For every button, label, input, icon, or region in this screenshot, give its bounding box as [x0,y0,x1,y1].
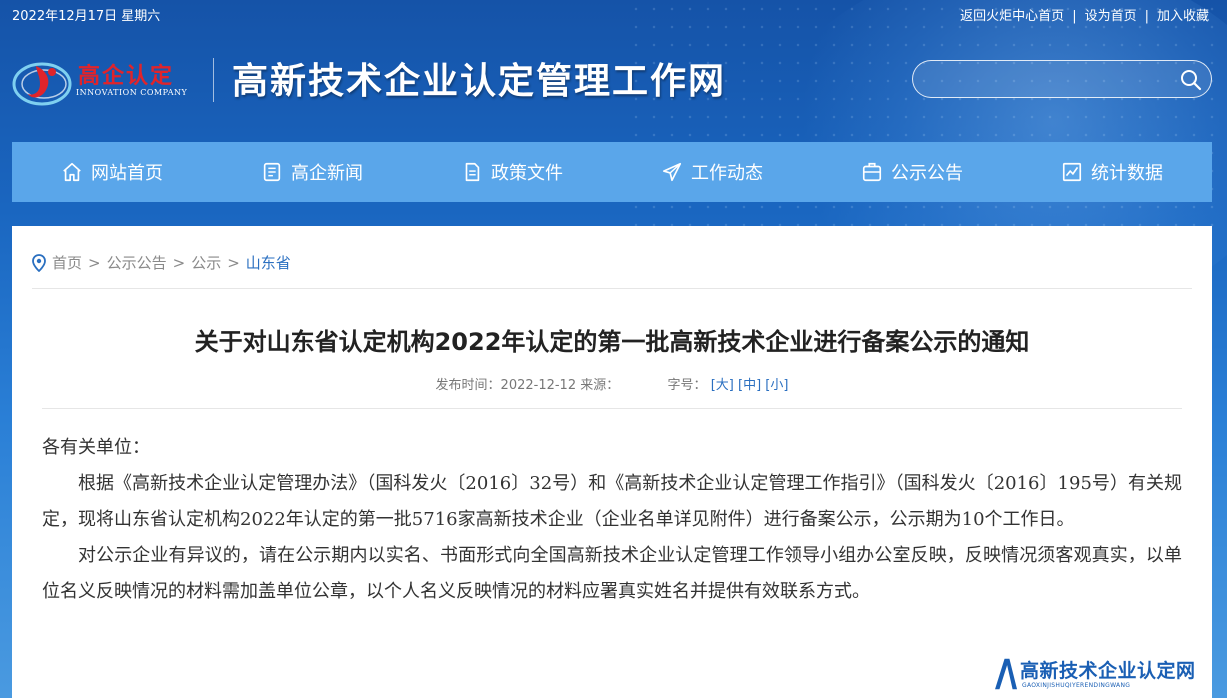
logo-english-text: INNOVATION COMPANY [76,88,188,97]
add-favorite-link[interactable]: 加入收藏 [1157,0,1209,34]
nav-item-label: 高企新闻 [291,163,363,184]
publish-label: 发布时间： [435,378,501,393]
article-body: 各有关单位： 根据《高新技术企业认定管理办法》（国科发火〔2016〕32号）和《… [42,430,1182,610]
logo-mark-icon [12,62,72,106]
publish-date: 2022-12-12 [500,378,577,393]
main-content: 首页 > 公示公告 > 公示 > 山东省 关于对山东省认定机构2022年认定的第… [12,226,1212,698]
font-size-label: 字号： [667,378,707,393]
search-input[interactable] [927,67,1171,93]
watermark-subtitle: GAOXINJISHUQIYERENDINGWANG [1022,682,1131,689]
nav-item-work-updates[interactable]: 工作动态 [612,142,812,202]
nav-item-label: 政策文件 [491,163,563,184]
nav-item-notices[interactable]: 公示公告 [812,142,1012,202]
font-size-small-button[interactable]: [小] [765,378,788,393]
site-logo[interactable]: 高企认定 INNOVATION COMPANY [12,54,196,114]
nav-item-label: 统计数据 [1091,163,1163,184]
back-to-torch-center-link[interactable]: 返回火炬中心首页 [960,0,1064,34]
breadcrumb-separator: > [172,253,186,272]
watermark-logo-icon [992,657,1019,691]
site-title: 高新技术企业认定管理工作网 [232,60,727,102]
logo-chinese-text: 高企认定 [78,63,175,89]
top-link-separator: | [1072,9,1077,24]
nav-item-policy[interactable]: 政策文件 [412,142,612,202]
font-size-controls: 字号： [大] [中] [小] [668,378,789,393]
logo-divider [213,58,214,102]
article-title: 关于对山东省认定机构2022年认定的第一批高新技术企业进行备案公示的通知 [194,328,1030,356]
nav-item-statistics[interactable]: 统计数据 [1012,142,1212,202]
nav-item-label: 工作动态 [691,163,763,184]
site-header: 高企认定 INNOVATION COMPANY 高新技术企业认定管理工作网 [0,40,1227,120]
main-nav: 网站首页 高企新闻 政策文件 工作动态 公示公告 统计数据 [12,142,1212,202]
article-meta: 发布时间：2022-12-12 来源： 字号： [大] [中] [小] [12,374,1212,393]
top-bar: 2022年12月17日 星期六 返回火炬中心首页 | 设为首页 | 加入收藏 [0,0,1227,34]
font-size-large-button[interactable]: [大] [711,378,734,393]
nav-item-home[interactable]: 网站首页 [12,142,212,202]
breadcrumb-home[interactable]: 首页 [52,252,82,273]
nav-item-news[interactable]: 高企新闻 [212,142,412,202]
notice-icon [862,162,882,182]
article-paragraph: 根据《高新技术企业认定管理办法》（国科发火〔2016〕32号）和《高新技术企业认… [42,473,1182,530]
site-watermark: 高新技术企业认定网 GAOXINJISHUQIYERENDINGWANG [990,650,1227,698]
search-box [912,60,1212,98]
breadcrumb-separator: > [227,253,240,272]
set-homepage-link[interactable]: 设为首页 [1085,0,1137,34]
nav-item-label: 公示公告 [891,163,963,184]
watermark-title: 高新技术企业认定网 [1020,660,1196,682]
font-size-medium-button[interactable]: [中] [738,378,761,393]
breadcrumb: 首页 > 公示公告 > 公示 > 山东省 [32,252,291,273]
article-salutation: 各有关单位： [42,437,150,458]
article-paragraph: 对公示企业有异议的，请在公示期内以实名、书面形式向全国高新技术企业认定管理工作领… [42,545,1182,602]
meta-divider [42,408,1182,409]
top-links: 返回火炬中心首页 | 设为首页 | 加入收藏 [960,0,1209,34]
nav-item-label: 网站首页 [91,163,163,184]
top-link-separator: | [1144,9,1149,24]
document-icon [465,162,480,182]
breadcrumb-current[interactable]: 山东省 [246,252,291,273]
home-icon [63,162,81,182]
search-icon[interactable] [1179,68,1203,92]
current-date: 2022年12月17日 星期六 [12,9,161,24]
news-icon [263,162,281,182]
location-pin-icon [32,253,46,272]
breadcrumb-publicity[interactable]: 公示 [191,252,221,273]
chart-icon [1062,162,1082,182]
send-icon [662,162,682,182]
breadcrumb-separator: > [88,253,101,272]
source-label: 来源： [580,378,620,393]
breadcrumb-divider [32,288,1192,289]
breadcrumb-notices[interactable]: 公示公告 [107,252,167,273]
